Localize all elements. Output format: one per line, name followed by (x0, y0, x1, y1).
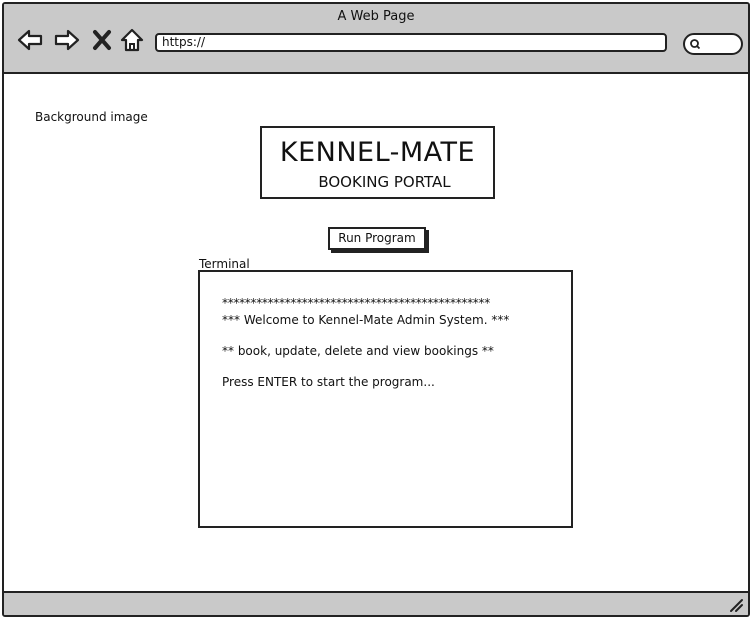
page-content: Background image KENNEL-MATE BOOKING POR… (4, 74, 748, 593)
window-title: A Web Page (337, 9, 415, 24)
browser-window: A Web Page https:// Background image KEN… (2, 2, 750, 617)
url-input[interactable]: https:// (155, 33, 667, 52)
terminal-label: Terminal (199, 257, 250, 271)
search-icon (690, 39, 700, 49)
resize-grip-icon[interactable] (728, 597, 744, 613)
search-input[interactable] (683, 33, 743, 55)
logo-title: KENNEL-MATE (279, 137, 476, 168)
terminal-line: ** book, update, delete and view booking… (222, 344, 494, 358)
forward-arrow-icon[interactable] (53, 26, 81, 54)
terminal-line: *** Welcome to Kennel-Mate Admin System.… (222, 313, 510, 327)
terminal-line: Press ENTER to start the program... (222, 375, 435, 389)
home-icon[interactable] (118, 26, 146, 54)
background-image-label: Background image (35, 110, 148, 124)
terminal-window[interactable]: ****************************************… (198, 270, 573, 528)
run-program-button[interactable]: Run Program (328, 227, 426, 250)
status-bar (4, 591, 748, 615)
logo-box: KENNEL-MATE BOOKING PORTAL (260, 126, 495, 199)
back-arrow-icon[interactable] (16, 26, 44, 54)
logo-subtitle: BOOKING PORTAL (318, 173, 451, 191)
browser-toolbar: A Web Page https:// (4, 4, 748, 74)
terminal-line: ****************************************… (222, 296, 490, 310)
close-x-icon[interactable] (91, 26, 113, 54)
